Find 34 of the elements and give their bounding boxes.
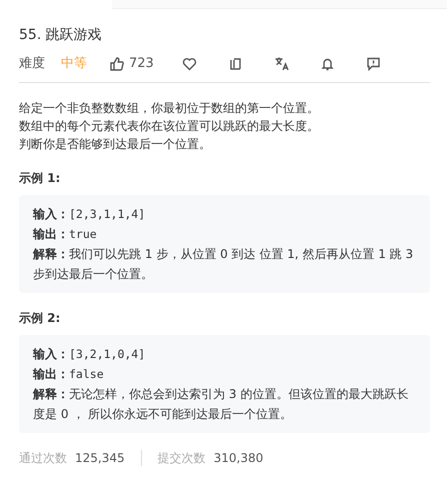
difficulty-label: 难度 — [19, 55, 45, 73]
example-label: 输入： — [33, 346, 69, 360]
example-value: true — [69, 226, 97, 240]
example-label: 输入： — [33, 206, 69, 220]
stat-value: 310,380 — [214, 450, 264, 466]
explanation-text: 解释：我们可以先跳 1 步，从位置 0 到达 位置 1, 然后再从位置 1 跳 3 步到达最后一个位置。 — [33, 246, 414, 282]
notification-button[interactable] — [320, 56, 335, 72]
description-paragraph: 数组中的每个元素代表你在该位置可以跳跃的最大长度。 — [19, 118, 320, 134]
translate-button[interactable] — [274, 56, 289, 72]
description-paragraph: 判断你是否能够到达最后一个位置。 — [19, 136, 212, 152]
stat-label: 提交次数 — [158, 450, 206, 466]
like-button[interactable]: 723 — [109, 54, 154, 74]
difficulty-level: 中等 — [61, 55, 87, 73]
example-value: [3,2,1,0,4] — [69, 346, 146, 360]
example-value: [2,3,1,1,4] — [69, 206, 146, 220]
feedback-button[interactable] — [366, 56, 381, 72]
feedback-icon — [366, 56, 381, 72]
translate-icon — [274, 56, 289, 72]
example-label: 输出： — [33, 226, 69, 240]
example-heading: 示例 1: — [19, 170, 62, 186]
example-heading: 示例 2: — [19, 310, 62, 326]
thumbs-up-icon — [109, 56, 124, 72]
stat-label: 通过次数 — [19, 450, 67, 466]
description-paragraph: 给定一个非负整数数组，你最初位于数组的第一个位置。 — [19, 100, 320, 116]
example-label: 输出： — [33, 366, 69, 380]
share-button[interactable] — [228, 56, 243, 72]
heart-icon — [182, 56, 197, 72]
problem-title: 55. 跳跃游戏 — [19, 26, 103, 45]
explanation-text: 解释：无论怎样，你总会到达索引为 3 的位置。但该位置的最大跳跃长度是 0 ， 所以你永远不可能到达最后一个位置。 — [33, 386, 410, 422]
bell-icon — [320, 56, 335, 72]
favorite-button[interactable] — [182, 56, 197, 72]
share-icon — [228, 56, 243, 72]
stat-value: 125,345 — [75, 450, 125, 466]
example-value: false — [69, 366, 104, 380]
